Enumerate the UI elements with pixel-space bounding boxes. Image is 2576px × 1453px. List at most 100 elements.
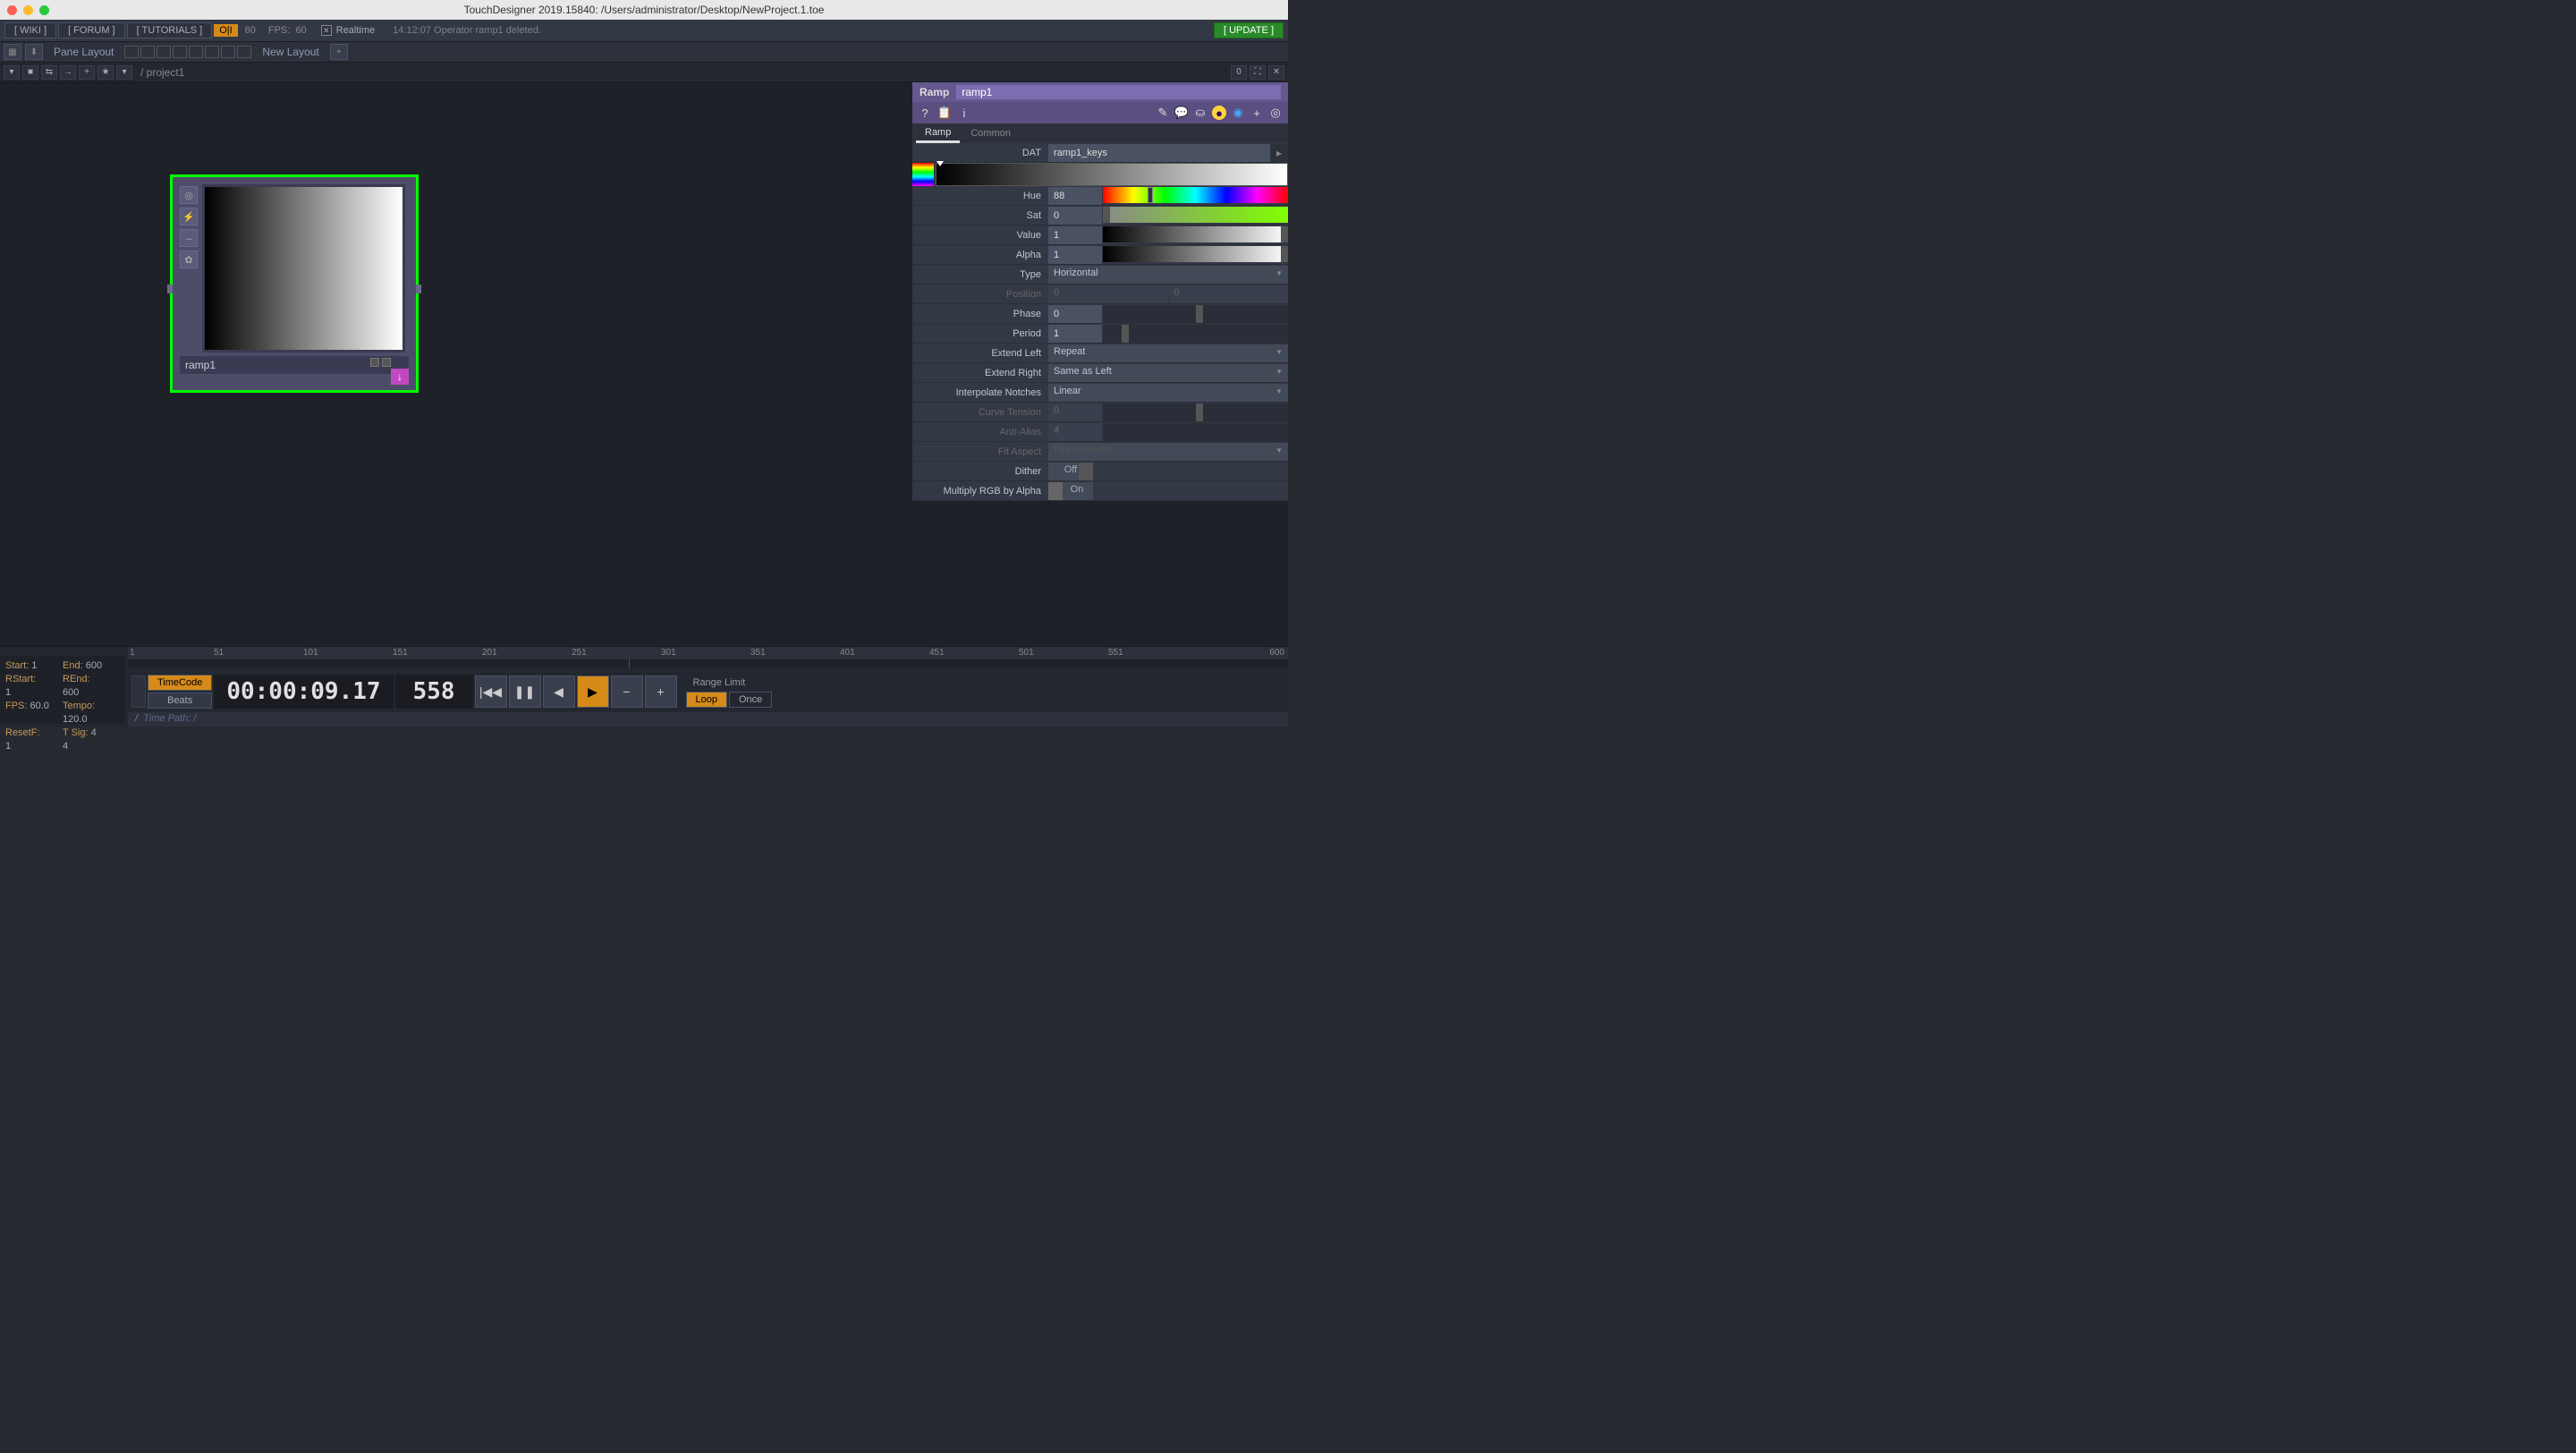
rewind-button[interactable]: |◀◀ bbox=[475, 676, 507, 708]
timeline-track[interactable] bbox=[128, 659, 1288, 668]
timeline-stats[interactable]: Start: 1End: 600 RStart: 1REnd: 600 FPS:… bbox=[0, 656, 125, 724]
period-field[interactable] bbox=[1048, 325, 1102, 343]
viewer-icon[interactable]: ◎ bbox=[180, 186, 198, 204]
save-icon[interactable]: ⬇ bbox=[25, 44, 43, 60]
expand-icon[interactable]: ⛶ bbox=[1250, 65, 1266, 80]
plus-button[interactable]: + bbox=[645, 676, 677, 708]
lock-icon[interactable]: → bbox=[180, 229, 198, 247]
node-preview bbox=[202, 184, 405, 353]
wiki-link[interactable]: [ WIKI ] bbox=[4, 22, 56, 38]
ramp-color-swatch[interactable] bbox=[912, 163, 934, 186]
close-pane-icon[interactable]: ✕ bbox=[1268, 65, 1284, 80]
mult-toggle[interactable]: On bbox=[1048, 482, 1093, 500]
param-iconbar: ? 📋 i ✎ 💬 ⛀ ● ◉ + ◎ bbox=[912, 102, 1288, 123]
bookmark-icon[interactable]: ★ bbox=[97, 65, 114, 80]
fps-target: 60 bbox=[240, 23, 261, 38]
dropdown-icon[interactable]: ▾ bbox=[116, 65, 132, 80]
op-name-field[interactable]: ramp1 bbox=[956, 85, 1281, 99]
once-button[interactable]: Once bbox=[729, 692, 772, 708]
phase-field[interactable] bbox=[1048, 305, 1102, 323]
alpha-slider[interactable] bbox=[1103, 246, 1288, 262]
pause-button[interactable]: ❚❚ bbox=[509, 676, 541, 708]
add-icon[interactable]: + bbox=[79, 65, 95, 80]
frame-display[interactable]: 558 bbox=[395, 675, 473, 709]
python-icon[interactable]: ● bbox=[1212, 106, 1226, 120]
bypass-icon[interactable]: ⚡ bbox=[180, 208, 198, 225]
dither-toggle[interactable]: Off bbox=[1048, 463, 1093, 480]
update-button[interactable]: [ UPDATE ] bbox=[1214, 22, 1284, 38]
aa-label: Anti-Alias bbox=[912, 427, 1048, 438]
gear-icon[interactable]: ◎ bbox=[1268, 106, 1283, 120]
value-field[interactable] bbox=[1048, 226, 1102, 244]
node-output-icon[interactable]: ↓ bbox=[391, 369, 409, 385]
layout-presets[interactable] bbox=[124, 46, 251, 58]
interp-select[interactable]: Linear bbox=[1048, 384, 1288, 402]
position-label: Position bbox=[912, 289, 1048, 300]
minus-button[interactable]: − bbox=[611, 676, 643, 708]
tag-icon[interactable]: ⛀ bbox=[1193, 106, 1208, 120]
extend-left-select[interactable]: Repeat bbox=[1048, 344, 1288, 362]
clone-icon[interactable]: ✿ bbox=[180, 251, 198, 268]
sat-slider[interactable] bbox=[1103, 207, 1288, 223]
time-path[interactable]: / Time Path: / bbox=[128, 712, 1288, 726]
period-slider[interactable] bbox=[1103, 325, 1288, 343]
op-type: Ramp bbox=[919, 86, 949, 98]
alpha-field[interactable] bbox=[1048, 246, 1102, 264]
forward-icon[interactable]: → bbox=[60, 65, 76, 80]
fps-label: FPS: 60 bbox=[263, 23, 312, 38]
position-x: 0 bbox=[1048, 285, 1168, 303]
ramp-gradient[interactable] bbox=[936, 163, 1288, 186]
hue-field[interactable] bbox=[1048, 187, 1102, 205]
plus-icon[interactable]: + bbox=[1250, 106, 1264, 120]
help-icon[interactable]: ? bbox=[918, 106, 932, 120]
play-button[interactable]: ▶ bbox=[577, 676, 609, 708]
tab-ramp[interactable]: Ramp bbox=[916, 124, 960, 143]
link-icon[interactable]: ⇆ bbox=[41, 65, 57, 80]
dat-field[interactable] bbox=[1048, 144, 1270, 162]
timecode-mode-button[interactable]: TimeCode bbox=[148, 675, 212, 691]
timecode-display[interactable]: 00:00:09.17 bbox=[214, 675, 393, 709]
type-select[interactable]: Horizontal bbox=[1048, 266, 1288, 284]
main-area: ◎ ⚡ → ✿ ramp1 ↓ Ramp ramp1 ? 📋 i ✎ 💬 bbox=[0, 82, 1288, 646]
oi-toggle[interactable]: O|I bbox=[214, 24, 237, 37]
play-icon[interactable]: ▾ bbox=[4, 65, 20, 80]
timeline-grip[interactable] bbox=[131, 676, 146, 708]
tutorials-link[interactable]: [ TUTORIALS ] bbox=[127, 22, 213, 38]
language-icon[interactable]: ◉ bbox=[1231, 106, 1245, 120]
stop-icon[interactable]: ■ bbox=[22, 65, 38, 80]
info-icon[interactable]: i bbox=[957, 106, 971, 120]
type-label: Type bbox=[912, 269, 1048, 280]
timeline-controls: TimeCode Beats 00:00:09.17 558 |◀◀ ❚❚ ◀ … bbox=[128, 670, 1288, 713]
param-tabs: Ramp Common bbox=[912, 123, 1288, 143]
add-layout-button[interactable]: + bbox=[330, 44, 348, 60]
fit-label: Fit Aspect bbox=[912, 446, 1048, 457]
dat-picker-icon[interactable]: ▸ bbox=[1270, 144, 1288, 162]
node-flag-1[interactable] bbox=[370, 358, 379, 367]
input-connector[interactable] bbox=[167, 285, 173, 293]
timeline-ruler[interactable]: 1 51 101 151 201 251 301 351 401 451 501… bbox=[128, 647, 1288, 659]
node-flag-2[interactable] bbox=[382, 358, 391, 367]
zero-button[interactable]: 0 bbox=[1231, 65, 1247, 80]
network-editor[interactable]: ◎ ⚡ → ✿ ramp1 ↓ bbox=[0, 82, 912, 646]
phase-slider[interactable] bbox=[1103, 305, 1288, 323]
ramp-node[interactable]: ◎ ⚡ → ✿ ramp1 ↓ bbox=[170, 174, 419, 393]
mult-label: Multiply RGB by Alpha bbox=[912, 486, 1048, 497]
output-connector[interactable] bbox=[416, 285, 421, 293]
hue-slider[interactable] bbox=[1103, 187, 1288, 203]
beats-mode-button[interactable]: Beats bbox=[148, 693, 212, 709]
sat-field[interactable] bbox=[1048, 207, 1102, 225]
pencil-icon[interactable]: ✎ bbox=[1156, 106, 1170, 120]
palette-icon[interactable]: ▦ bbox=[4, 44, 21, 60]
tab-common[interactable]: Common bbox=[962, 125, 1020, 143]
position-y: 0 bbox=[1169, 285, 1289, 303]
network-path[interactable]: / project1 bbox=[135, 66, 184, 79]
loop-button[interactable]: Loop bbox=[686, 692, 727, 708]
value-slider[interactable] bbox=[1103, 226, 1288, 242]
comment-icon[interactable]: 💬 bbox=[1174, 106, 1189, 120]
step-back-button[interactable]: ◀ bbox=[543, 676, 575, 708]
forum-link[interactable]: [ FORUM ] bbox=[58, 22, 125, 38]
note-icon[interactable]: 📋 bbox=[937, 106, 952, 120]
playhead[interactable] bbox=[629, 659, 630, 668]
realtime-toggle[interactable]: ✕ Realtime bbox=[314, 23, 382, 38]
extend-right-select[interactable]: Same as Left bbox=[1048, 364, 1288, 382]
